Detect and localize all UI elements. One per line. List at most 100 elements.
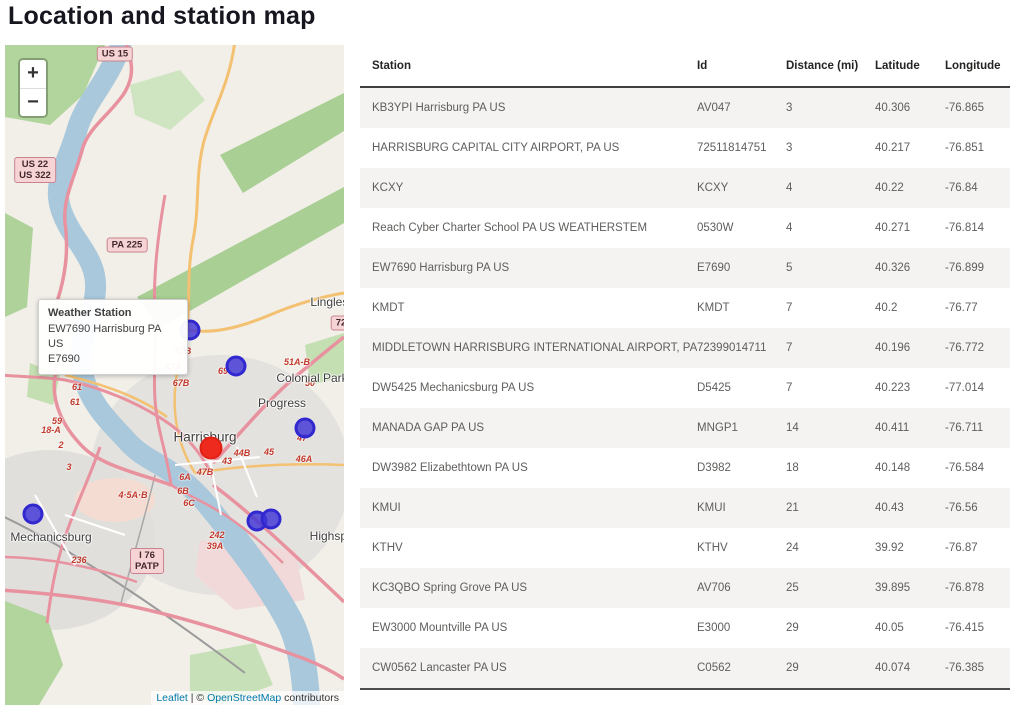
table-row[interactable]: Reach Cyber Charter School PA US WEATHER… xyxy=(360,208,1010,248)
cell-id: AV706 xyxy=(697,582,786,594)
cell-station: KCXY xyxy=(360,182,697,194)
cell-station: KMUI xyxy=(360,502,697,514)
cell-distance: 3 xyxy=(786,102,875,114)
cell-longitude: -76.584 xyxy=(945,462,1010,474)
place-label-progress: Progress xyxy=(258,396,306,410)
table-row[interactable]: DW5425 Mechanicsburg PA USD5425740.223-7… xyxy=(360,368,1010,408)
cell-latitude: 40.326 xyxy=(875,262,945,274)
road-number-label: 51A-B xyxy=(284,357,310,367)
station-marker[interactable] xyxy=(226,356,247,377)
tooltip-station-id: E7690 xyxy=(48,352,178,367)
column-header-id[interactable]: Id xyxy=(697,60,786,72)
cell-id: MNGP1 xyxy=(697,422,786,434)
cell-distance: 18 xyxy=(786,462,875,474)
table-body: KB3YPI Harrisburg PA USAV047340.306-76.8… xyxy=(360,88,1010,688)
cell-station: KC3QBO Spring Grove PA US xyxy=(360,582,697,594)
cell-station: DW5425 Mechanicsburg PA US xyxy=(360,382,697,394)
road-number-label: 46A xyxy=(296,454,313,464)
cell-id: 72399014711 xyxy=(697,342,786,354)
table-scrollbar[interactable] xyxy=(360,688,1010,690)
cell-latitude: 40.411 xyxy=(875,422,945,434)
road-number-label: 44B xyxy=(234,448,251,458)
cell-station: CW0562 Lancaster PA US xyxy=(360,662,697,674)
place-label-mechanicsburg: Mechanicsburg xyxy=(10,530,91,544)
table-row[interactable]: KB3YPI Harrisburg PA USAV047340.306-76.8… xyxy=(360,88,1010,128)
cell-longitude: -76.711 xyxy=(945,422,1010,434)
cell-station: Reach Cyber Charter School PA US WEATHER… xyxy=(360,222,697,234)
table-row[interactable]: KMUIKMUI2140.43-76.56 xyxy=(360,488,1010,528)
place-label-highspire: Highspire xyxy=(310,529,344,543)
road-shield: PA 225 xyxy=(107,238,148,253)
cell-distance: 14 xyxy=(786,422,875,434)
map-zoom-control: + − xyxy=(18,58,48,118)
road-number-label: 39A xyxy=(207,541,224,551)
cell-id: KMDT xyxy=(697,302,786,314)
column-header-distance-mi-[interactable]: Distance (mi) xyxy=(786,60,875,72)
tooltip-title: Weather Station xyxy=(48,307,178,319)
page-title: Location and station map xyxy=(8,2,316,31)
cell-distance: 5 xyxy=(786,262,875,274)
place-label-linglestown: Linglestown xyxy=(310,295,344,309)
cell-latitude: 39.895 xyxy=(875,582,945,594)
cell-distance: 7 xyxy=(786,342,875,354)
cell-distance: 29 xyxy=(786,622,875,634)
cell-longitude: -76.814 xyxy=(945,222,1010,234)
table-row[interactable]: EW3000 Mountville PA USE30002940.05-76.4… xyxy=(360,608,1010,648)
table-row[interactable]: CW0562 Lancaster PA USC05622940.074-76.3… xyxy=(360,648,1010,688)
cell-id: KCXY xyxy=(697,182,786,194)
attribution-copyright: © xyxy=(196,692,207,704)
cell-latitude: 40.074 xyxy=(875,662,945,674)
cell-latitude: 40.148 xyxy=(875,462,945,474)
road-number-label: 242 xyxy=(209,530,224,540)
column-header-station[interactable]: Station xyxy=(360,60,697,72)
cell-distance: 7 xyxy=(786,382,875,394)
table-row[interactable]: DW3982 Elizabethtown PA USD39821840.148-… xyxy=(360,448,1010,488)
cell-longitude: -76.851 xyxy=(945,142,1010,154)
cell-longitude: -77.014 xyxy=(945,382,1010,394)
cell-station: HARRISBURG CAPITAL CITY AIRPORT, PA US xyxy=(360,142,697,154)
cell-id: 0530W xyxy=(697,222,786,234)
column-header-longitude[interactable]: Longitude xyxy=(945,60,1010,72)
table-row[interactable]: KMDTKMDT740.2-76.77 xyxy=(360,288,1010,328)
cell-id: 72511814751 xyxy=(697,142,786,154)
table-row[interactable]: MIDDLETOWN HARRISBURG INTERNATIONAL AIRP… xyxy=(360,328,1010,368)
leaflet-link[interactable]: Leaflet xyxy=(156,692,188,704)
table-row[interactable]: MANADA GAP PA USMNGP11440.411-76.711 xyxy=(360,408,1010,448)
road-shield: I 76PATP xyxy=(130,548,164,574)
road-number-label: 2 xyxy=(58,440,63,450)
road-number-label: 18-A xyxy=(41,425,61,435)
road-shield: 72 xyxy=(331,316,344,331)
cell-latitude: 40.43 xyxy=(875,502,945,514)
zoom-out-button[interactable]: − xyxy=(20,88,46,116)
station-marker[interactable] xyxy=(23,504,44,525)
cell-station: KB3YPI Harrisburg PA US xyxy=(360,102,697,114)
cell-latitude: 40.306 xyxy=(875,102,945,114)
road-number-label: 43 xyxy=(222,456,232,466)
cell-station: EW7690 Harrisburg PA US xyxy=(360,262,697,274)
table-row[interactable]: KCXYKCXY440.22-76.84 xyxy=(360,168,1010,208)
zoom-in-button[interactable]: + xyxy=(20,60,46,88)
cell-distance: 4 xyxy=(786,182,875,194)
cell-id: D3982 xyxy=(697,462,786,474)
table-row[interactable]: KC3QBO Spring Grove PA USAV7062539.895-7… xyxy=(360,568,1010,608)
leaflet-map[interactable]: + − US 15US 22US 322PA 225I 76PATP7267B6… xyxy=(5,45,344,705)
cell-distance: 4 xyxy=(786,222,875,234)
table-row[interactable]: HARRISBURG CAPITAL CITY AIRPORT, PA US72… xyxy=(360,128,1010,168)
station-marker[interactable] xyxy=(295,418,316,439)
road-number-label: 6A xyxy=(179,472,191,482)
table-row[interactable]: KTHVKTHV2439.92-76.87 xyxy=(360,528,1010,568)
station-marker[interactable] xyxy=(261,509,282,530)
road-number-label: 67B xyxy=(173,378,190,388)
cell-longitude: -76.385 xyxy=(945,662,1010,674)
station-table: StationIdDistance (mi)LatitudeLongitude … xyxy=(360,45,1010,690)
cell-id: D5425 xyxy=(697,382,786,394)
osm-link[interactable]: OpenStreetMap xyxy=(207,692,281,704)
column-header-latitude[interactable]: Latitude xyxy=(875,60,945,72)
cell-id: E7690 xyxy=(697,262,786,274)
cell-station: MIDDLETOWN HARRISBURG INTERNATIONAL AIRP… xyxy=(360,342,697,354)
selected-station-marker[interactable] xyxy=(200,437,223,460)
road-number-label: 61 xyxy=(70,397,80,407)
cell-distance: 24 xyxy=(786,542,875,554)
cell-distance: 7 xyxy=(786,302,875,314)
table-row[interactable]: EW7690 Harrisburg PA USE7690540.326-76.8… xyxy=(360,248,1010,288)
